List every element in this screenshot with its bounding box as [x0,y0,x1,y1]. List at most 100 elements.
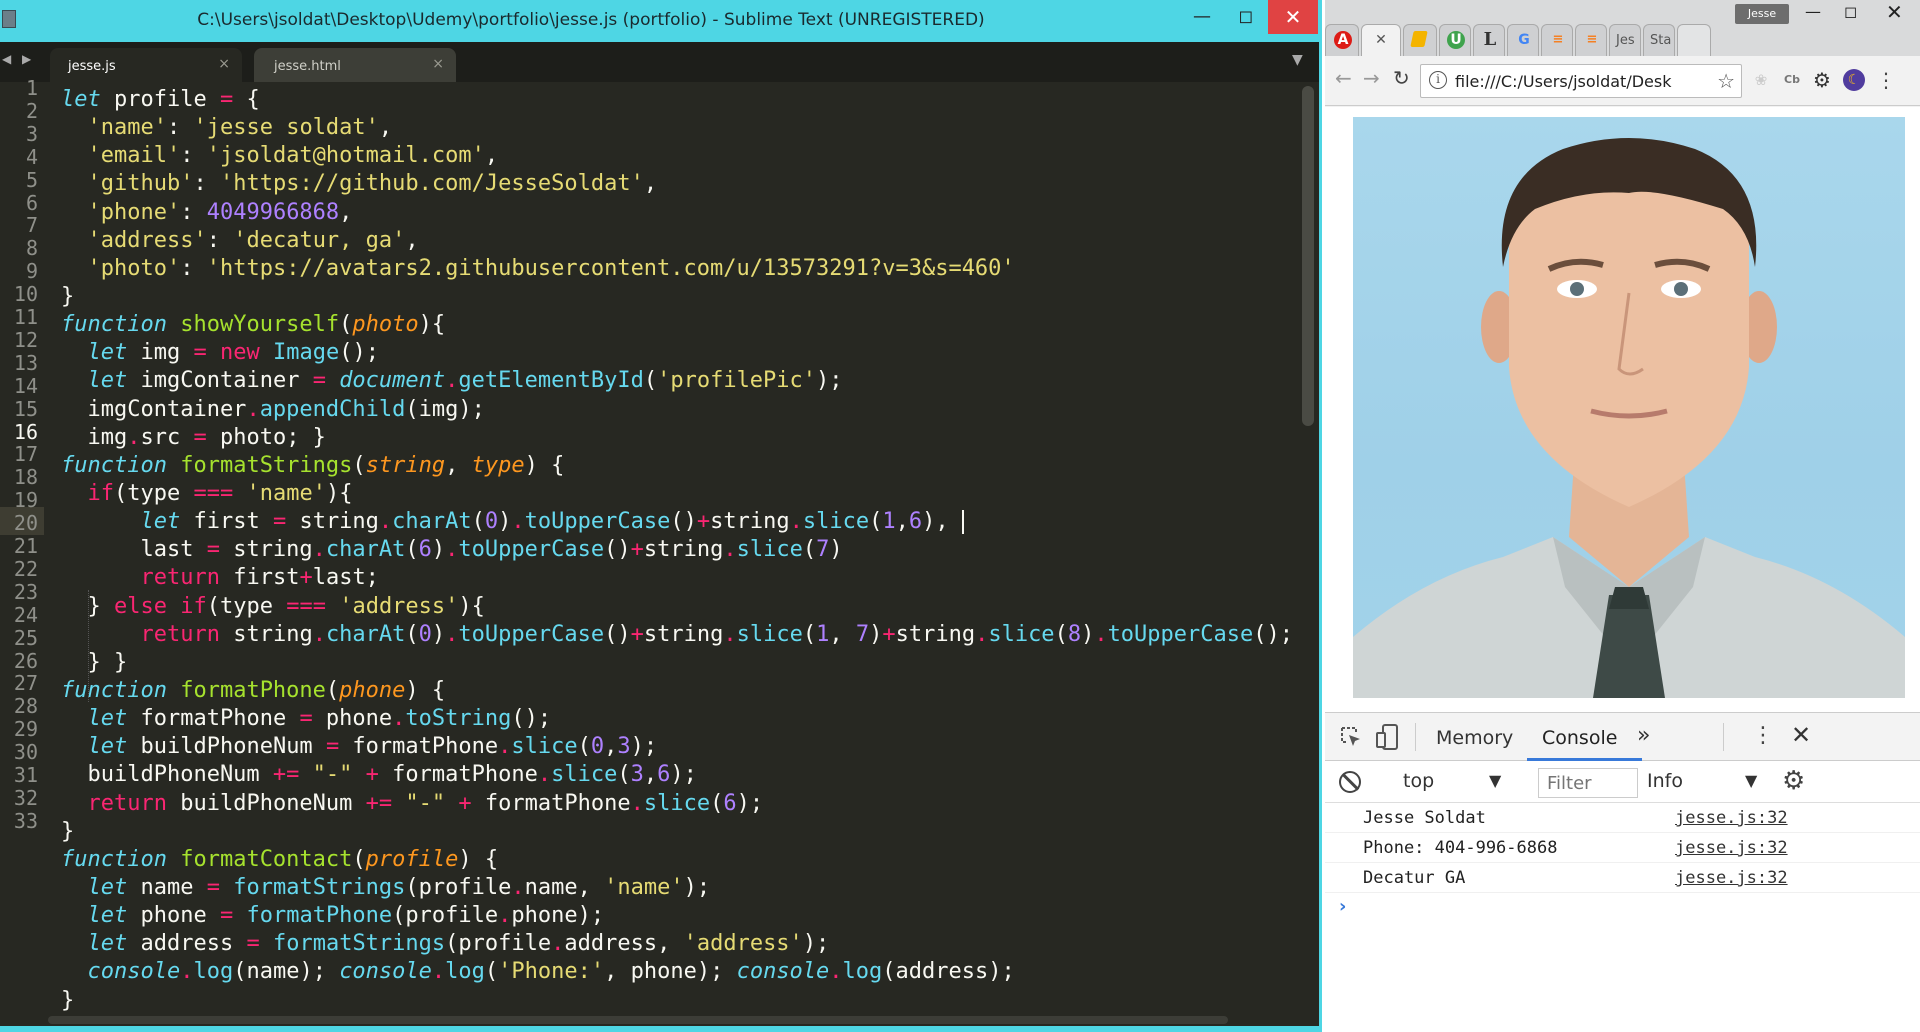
chevron-down-icon[interactable]: ▼ [1745,771,1757,790]
code-line[interactable]: 'name': 'jesse soldat', [61,114,1301,142]
chrome-tab[interactable]: ≡ [1541,24,1573,56]
code-line[interactable]: return string.charAt(0).toUpperCase()+st… [61,621,1301,649]
back-arrow-icon[interactable]: ← [1335,66,1352,90]
code-line[interactable]: img.src = photo; } [61,424,1301,452]
chrome-tab[interactable] [1403,24,1437,56]
close-button[interactable]: ✕ [1268,0,1318,34]
console-settings-gear-icon[interactable]: ⚙ [1782,766,1805,796]
url-text[interactable]: file:///C:/Users/jsoldat/Desk [1455,72,1705,91]
clear-console-icon[interactable] [1339,771,1361,793]
info-icon[interactable]: i [1429,71,1447,89]
tab-close-icon[interactable]: ✕ [1372,31,1390,49]
chrome-tab[interactable]: G [1507,24,1539,56]
minimize-button[interactable]: — [1805,2,1821,21]
chevron-down-icon[interactable]: ▼ [1489,771,1501,790]
code-line[interactable]: } [61,987,1301,1015]
code-line[interactable]: console.log(name); console.log('Phone:',… [61,958,1301,986]
code-line[interactable]: return first+last; [61,564,1301,592]
code-line[interactable]: function formatContact(profile) { [61,846,1301,874]
tab-close-icon[interactable]: × [432,56,444,72]
code-line[interactable]: imgContainer.appendChild(img); [61,396,1301,424]
code-line[interactable]: 'github': 'https://github.com/JesseSolda… [61,170,1301,198]
code-line[interactable]: } [61,818,1301,846]
code-editor[interactable]: let profile = { 'name': 'jesse soldat', … [61,86,1301,1020]
code-line[interactable]: return buildPhoneNum += "-" + formatPhon… [61,790,1301,818]
code-line[interactable]: let phone = formatPhone(profile.phone); [61,902,1301,930]
code-line[interactable]: function formatStrings(string, type) { [61,452,1301,480]
extension-cb-icon[interactable]: Cb [1781,69,1803,91]
chrome-tab-active[interactable]: ✕ [1361,24,1401,56]
code-line[interactable]: let name = formatStrings(profile.name, '… [61,874,1301,902]
tab-jesse-html[interactable]: jesse.html × [254,48,456,82]
bookmark-star-icon[interactable]: ☆ [1717,69,1735,93]
code-line[interactable]: let formatPhone = phone.toString(); [61,705,1301,733]
tab-close-icon[interactable]: × [218,56,230,72]
code-line[interactable]: let profile = { [61,86,1301,114]
console-message-source-link[interactable]: jesse.js:32 [1675,838,1788,858]
device-toolbar-icon[interactable] [1375,723,1399,751]
code-line[interactable]: 'photo': 'https://avatars2.githubusercon… [61,255,1301,283]
horizontal-scrollbar[interactable] [48,1016,1228,1024]
sublime-title-bar[interactable]: C:\Users\jsoldat\Desktop\Udemy\portfolio… [0,0,1319,42]
code-line[interactable]: function formatPhone(phone) { [61,677,1301,705]
profile-photo-image [1353,138,1905,698]
settings-gear-icon[interactable]: ⚙ [1811,69,1833,91]
reload-icon[interactable]: ↻ [1393,66,1410,90]
tab-scroll-right-icon[interactable]: ▶ [22,52,31,66]
code-line[interactable]: let imgContainer = document.getElementBy… [61,367,1301,395]
udemy-icon: U [1447,31,1465,49]
forward-arrow-icon[interactable]: → [1363,66,1380,90]
new-tab-button[interactable] [1677,24,1711,56]
chrome-tab-strip: A ✕ U L G ≡ ≡ Jes Sta Jesse — ◻ ✕ [1325,0,1920,56]
code-line[interactable]: let buildPhoneNum = formatPhone.slice(0,… [61,733,1301,761]
chrome-toolbar: ← → ↻ i file:///C:/Users/jsoldat/Desk ☆ … [1325,56,1920,106]
code-line[interactable]: } [61,283,1301,311]
console-message-source-link[interactable]: jesse.js:32 [1675,868,1788,888]
address-bar[interactable]: i file:///C:/Users/jsoldat/Desk ☆ [1420,64,1742,98]
angular-icon: A [1334,31,1352,49]
code-line[interactable]: let first = string.charAt(0).toUpperCase… [61,508,1301,536]
status-bar [0,1026,1319,1032]
chrome-tab[interactable]: ≡ [1575,24,1607,56]
devtools-menu-icon[interactable]: ⋮ [1752,723,1774,748]
tab-title: Sta [1650,33,1672,48]
tab-console[interactable]: Console [1542,727,1617,749]
console-prompt-icon[interactable]: › [1339,896,1346,917]
chrome-tab[interactable]: A [1325,24,1359,56]
code-line[interactable]: 'email': 'jsoldat@hotmail.com', [61,142,1301,170]
console-message-source-link[interactable]: jesse.js:32 [1675,808,1788,828]
code-line[interactable]: last = string.charAt(6).toUpperCase()+st… [61,536,1301,564]
chrome-tab[interactable]: U [1439,24,1471,56]
code-line[interactable]: } } [61,649,1301,677]
more-tabs-icon[interactable]: » [1637,723,1650,748]
maximize-button[interactable]: ◻ [1224,0,1268,34]
menu-kebab-icon[interactable]: ⋮ [1875,69,1897,91]
vertical-scrollbar[interactable] [1302,86,1314,426]
inspect-element-icon[interactable] [1339,725,1363,749]
chrome-tab[interactable]: Sta [1643,24,1675,56]
extension-icon[interactable]: ❀ [1750,69,1772,91]
devtools-close-icon[interactable]: ✕ [1791,721,1811,749]
code-line[interactable]: function showYourself(photo){ [61,311,1301,339]
maximize-button[interactable]: ◻ [1844,2,1857,21]
chrome-tab[interactable]: L [1473,24,1505,56]
code-line[interactable]: 'phone': 4049966868, [61,199,1301,227]
profile-button[interactable]: Jesse [1735,4,1789,24]
code-line[interactable]: let img = new Image(); [61,339,1301,367]
console-filter-input[interactable] [1538,768,1638,798]
tab-list-dropdown-icon[interactable]: ▼ [1292,52,1303,68]
log-level-selector[interactable]: Info [1647,770,1683,792]
minimize-button[interactable]: — [1180,0,1224,34]
code-line[interactable]: 'address': 'decatur, ga', [61,227,1301,255]
code-line[interactable]: let address = formatStrings(profile.addr… [61,930,1301,958]
tab-scroll-left-icon[interactable]: ◀ [2,52,11,66]
night-mode-icon[interactable]: ☾ [1843,69,1865,91]
tab-jesse-js[interactable]: jesse.js × [50,48,242,82]
code-line[interactable]: buildPhoneNum += "-" + formatPhone.slice… [61,761,1301,789]
close-button[interactable]: ✕ [1886,0,1903,24]
code-line[interactable]: if(type === 'name'){ [61,480,1301,508]
chrome-tab[interactable]: Jes [1609,24,1641,56]
code-line[interactable]: } else if(type === 'address'){ [61,593,1301,621]
context-selector[interactable]: top [1403,770,1434,792]
tab-memory[interactable]: Memory [1436,727,1513,749]
